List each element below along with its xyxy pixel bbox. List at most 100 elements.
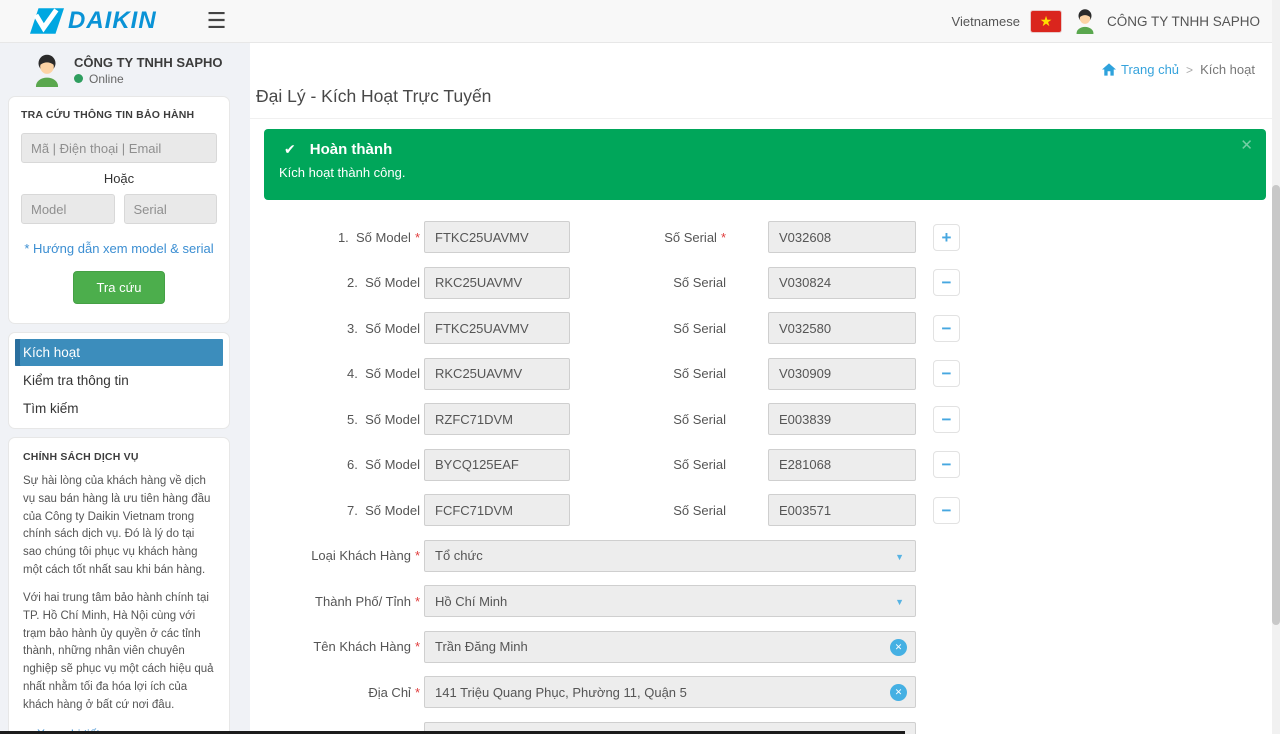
model-input[interactable]: BYCQ125EAF bbox=[424, 449, 570, 481]
ten-khach-hang-input[interactable]: Trần Đăng Minh✕ bbox=[424, 631, 916, 663]
chevron-down-icon[interactable]: ▼ bbox=[895, 597, 904, 607]
form-field-row: Địa Chỉ*141 Triệu Quang Phục, Phường 11,… bbox=[250, 676, 1272, 708]
topbar: DAIKIN ☰ Vietnamese ★ CÔNG TY TNHH SAPHO bbox=[0, 0, 1280, 43]
dia-chi-input[interactable]: 141 Triệu Quang Phục, Phường 11, Quận 5✕ bbox=[424, 676, 916, 708]
serial-search-input[interactable] bbox=[124, 194, 218, 224]
model-input[interactable]: RKC25UAVMV bbox=[424, 267, 570, 299]
serial-input[interactable]: V032608 bbox=[768, 221, 916, 253]
model-serial-row: 3. Số ModelFTKC25UAVMVSố SerialV032580− bbox=[250, 312, 1272, 344]
alert-title: Hoàn thành bbox=[310, 141, 393, 158]
add-row-button[interactable]: + bbox=[933, 224, 960, 251]
warranty-search-card: TRA CỨU THÔNG TIN BẢO HÀNH Hoặc * Hướng … bbox=[8, 96, 230, 324]
topbar-username: CÔNG TY TNHH SAPHO bbox=[1107, 14, 1260, 29]
serial-label: Số Serial bbox=[570, 503, 726, 518]
main-content: Trang chủ > Kích hoạt Đại Lý - Kích Hoạt… bbox=[250, 43, 1272, 734]
profile-avatar-icon bbox=[30, 53, 64, 87]
model-input[interactable]: RZFC71DVM bbox=[424, 403, 570, 435]
form-field-row: Loại Khách Hàng* Tổ chức▼ bbox=[250, 540, 1272, 572]
serial-input[interactable]: E003839 bbox=[768, 403, 916, 435]
form-field-row: Thành Phố/ Tỉnh* Hồ Chí Minh▼ bbox=[250, 585, 1272, 617]
vietnam-flag-icon[interactable]: ★ bbox=[1031, 11, 1061, 32]
required-asterisk: * bbox=[415, 594, 420, 609]
serial-input[interactable]: E003571 bbox=[768, 494, 916, 526]
sidebar-menu: Kích hoạtKiểm tra thông tinTìm kiếm bbox=[8, 332, 230, 429]
model-serial-row: 7. Số Model FCFC71DVMSố Serial E003571− bbox=[250, 494, 1272, 526]
remove-row-button[interactable]: − bbox=[933, 451, 960, 478]
model-serial-row: 6. Số Model BYCQ125EAFSố Serial E281068− bbox=[250, 449, 1272, 481]
model-row-label: 2. Số Model bbox=[250, 275, 420, 290]
model-row-label: 7. Số Model bbox=[250, 503, 420, 518]
breadcrumb-home-link[interactable]: Trang chủ bbox=[1102, 62, 1179, 77]
remove-row-button[interactable]: − bbox=[933, 360, 960, 387]
page-title: Đại Lý - Kích Hoạt Trực Tuyến bbox=[256, 86, 491, 107]
model-input[interactable]: FCFC71DVM bbox=[424, 494, 570, 526]
serial-input[interactable]: E281068 bbox=[768, 449, 916, 481]
model-serial-row: 1. Số Model*FTKC25UAVMVSố Serial*V032608… bbox=[250, 221, 1272, 253]
serial-input[interactable]: V032580 bbox=[768, 312, 916, 344]
policy-card-title: CHÍNH SÁCH DỊCH VỤ bbox=[23, 451, 215, 463]
sidebar-item-kiem-tra-thong-tin[interactable]: Kiểm tra thông tin bbox=[15, 367, 223, 394]
serial-label: Số Serial bbox=[570, 412, 726, 427]
clear-icon[interactable]: ✕ bbox=[890, 684, 907, 701]
loai-khach-hang-select[interactable]: Tổ chức▼ bbox=[424, 540, 916, 572]
model-row-label: 6. Số Model bbox=[250, 457, 420, 472]
profile: CÔNG TY TNHH SAPHO Online bbox=[0, 43, 250, 96]
remove-row-button[interactable]: − bbox=[933, 497, 960, 524]
model-row-label: 4. Số Model bbox=[250, 366, 420, 381]
breadcrumb-separator: > bbox=[1186, 63, 1193, 77]
remove-row-button[interactable]: − bbox=[933, 315, 960, 342]
check-icon: ✔ bbox=[284, 141, 296, 158]
success-alert: ✔ Hoàn thành Kích hoạt thành công. ✕ bbox=[264, 129, 1266, 200]
or-label: Hoặc bbox=[21, 171, 217, 186]
model-serial-row: 5. Số Model RZFC71DVMSố Serial E003839− bbox=[250, 403, 1272, 435]
sidebar-item-kich-hoat[interactable]: Kích hoạt bbox=[15, 339, 223, 366]
serial-label: Số Serial bbox=[570, 275, 726, 290]
activation-form: 1. Số Model*FTKC25UAVMVSố Serial*V032608… bbox=[250, 221, 1272, 734]
model-serial-row: 4. Số ModelRKC25UAVMVSố SerialV030909− bbox=[250, 358, 1272, 390]
model-row-label: 5. Số Model bbox=[250, 412, 420, 427]
required-asterisk: * bbox=[415, 230, 420, 245]
language-selector[interactable]: Vietnamese bbox=[952, 14, 1020, 29]
form-field-row: Tên Khách Hàng*Trần Đăng Minh✕ bbox=[250, 631, 1272, 663]
model-search-input[interactable] bbox=[21, 194, 115, 224]
serial-input[interactable]: V030909 bbox=[768, 358, 916, 390]
chevron-down-icon[interactable]: ▼ bbox=[895, 552, 904, 562]
model-row-label: 1. Số Model* bbox=[250, 230, 420, 245]
model-input[interactable]: FTKC25UAVMV bbox=[424, 312, 570, 344]
search-button[interactable]: Tra cứu bbox=[73, 271, 164, 304]
code-phone-email-input[interactable] bbox=[21, 133, 217, 163]
daikin-logo[interactable]: DAIKIN bbox=[30, 7, 157, 35]
model-serial-guide-link[interactable]: * Hướng dẫn xem model & serial bbox=[21, 241, 217, 256]
service-policy-card: CHÍNH SÁCH DỊCH VỤ Sự hài lòng của khách… bbox=[8, 437, 230, 734]
scrollbar-thumb[interactable] bbox=[1272, 185, 1280, 625]
scrollbar-track[interactable] bbox=[1272, 0, 1280, 734]
alert-close-icon[interactable]: ✕ bbox=[1240, 138, 1253, 153]
model-serial-row: 2. Số Model RKC25UAVMVSố Serial V030824− bbox=[250, 267, 1272, 299]
serial-label: Số Serial bbox=[570, 321, 726, 336]
online-dot-icon bbox=[74, 74, 83, 83]
serial-input[interactable]: V030824 bbox=[768, 267, 916, 299]
model-input[interactable]: RKC25UAVMV bbox=[424, 358, 570, 390]
topbar-user-menu[interactable]: CÔNG TY TNHH SAPHO bbox=[1072, 8, 1260, 34]
model-input[interactable]: FTKC25UAVMV bbox=[424, 221, 570, 253]
thanh-pho-tinh-select[interactable]: Hồ Chí Minh▼ bbox=[424, 585, 916, 617]
daikin-logo-text: DAIKIN bbox=[68, 7, 157, 35]
title-divider bbox=[250, 118, 1272, 119]
remove-row-button[interactable]: − bbox=[933, 269, 960, 296]
user-avatar-icon bbox=[1072, 8, 1098, 34]
required-asterisk: * bbox=[415, 548, 420, 563]
required-asterisk: * bbox=[721, 230, 726, 245]
policy-paragraph: Với hai trung tâm bảo hành chính tại TP.… bbox=[23, 590, 215, 715]
field-label-thanh-pho-tinh: Thành Phố/ Tỉnh* bbox=[250, 594, 420, 609]
required-asterisk: * bbox=[415, 685, 420, 700]
policy-paragraph: Sự hài lòng của khách hàng về dịch vụ sa… bbox=[23, 473, 215, 580]
daikin-logo-icon bbox=[30, 7, 64, 35]
clear-icon[interactable]: ✕ bbox=[890, 639, 907, 656]
sidebar-item-tim-kiem[interactable]: Tìm kiếm bbox=[15, 395, 223, 422]
required-asterisk: * bbox=[415, 639, 420, 654]
field-label-loai-khach-hang: Loại Khách Hàng* bbox=[250, 548, 420, 563]
serial-label: Số Serial bbox=[570, 457, 726, 472]
remove-row-button[interactable]: − bbox=[933, 406, 960, 433]
menu-toggle-icon[interactable]: ☰ bbox=[207, 10, 227, 32]
profile-name: CÔNG TY TNHH SAPHO bbox=[74, 55, 223, 70]
